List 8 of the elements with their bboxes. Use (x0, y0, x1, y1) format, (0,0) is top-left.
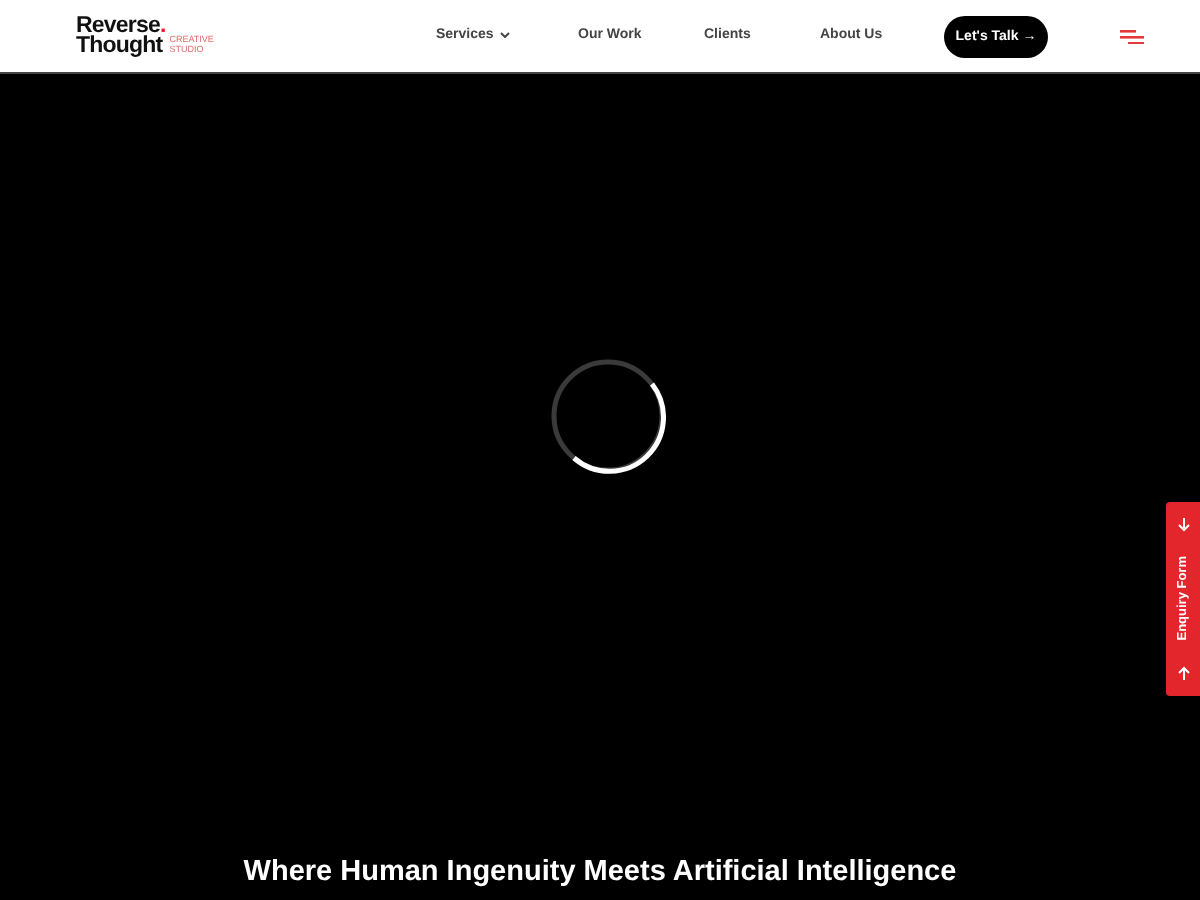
arrow-up-icon (1177, 665, 1189, 680)
arrow-down-icon (1177, 518, 1189, 532)
menu-icon (1120, 30, 1144, 44)
hero-heading: Where Human Ingenuity Meets Artificial Intelligence (241, 856, 959, 888)
logo-text: Thought (76, 36, 165, 56)
logo-text: Reverse. (76, 16, 166, 36)
loading-spinner-icon (550, 358, 666, 474)
menu-button[interactable] (1120, 30, 1144, 44)
